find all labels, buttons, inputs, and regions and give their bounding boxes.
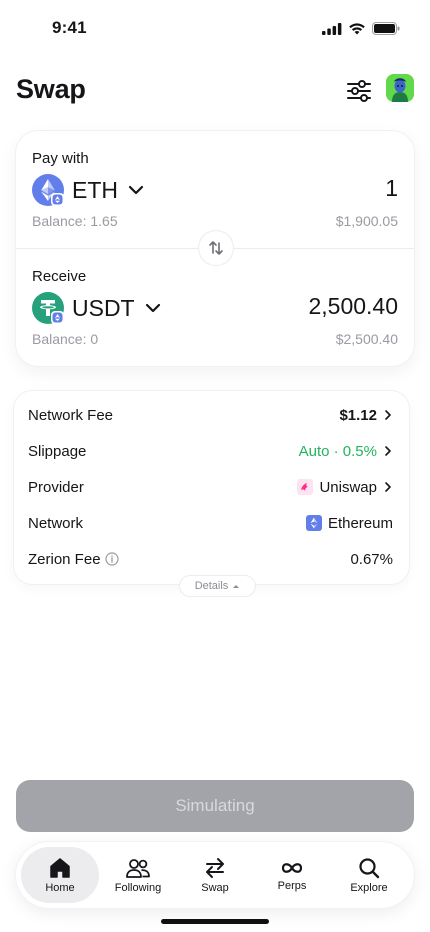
eth-token-icon	[32, 174, 64, 206]
status-bar: 9:41	[0, 0, 430, 60]
usdt-token-icon	[32, 292, 64, 324]
details-toggle-label: Details	[194, 580, 229, 592]
receive-token-symbol: USDT	[72, 294, 135, 321]
status-time: 9:41	[52, 18, 87, 37]
tab-swap[interactable]: Swap	[176, 847, 254, 903]
slippage-label: Slippage	[28, 442, 87, 460]
swap-icon	[206, 857, 224, 878]
chevron-right-icon	[385, 410, 391, 420]
network-row: Network Ethereum	[28, 511, 393, 535]
network-fee-value: $1.12	[339, 406, 377, 424]
home-indicator	[161, 919, 269, 924]
chevron-right-icon	[385, 446, 391, 456]
tab-home[interactable]: Home	[21, 847, 99, 903]
chevron-right-icon	[385, 482, 391, 492]
network-value: Ethereum	[327, 514, 393, 532]
caret-up-icon	[233, 585, 240, 588]
network-fee-value-group: $1.12	[339, 407, 393, 424]
receive-balance: Balance: 0	[32, 331, 99, 347]
tab-following[interactable]: Following	[99, 847, 177, 903]
chevron-down-icon	[128, 185, 144, 195]
tab-explore[interactable]: Explore	[330, 847, 408, 903]
battery-icon	[372, 22, 400, 35]
sliders-icon	[347, 80, 371, 102]
network-label: Network	[28, 514, 84, 532]
info-icon[interactable]	[104, 552, 119, 566]
page-title: Swap	[16, 74, 86, 104]
slippage-value-group: Auto · 0.5%	[299, 443, 393, 460]
zerion-fee-label-group: Zerion Fee	[28, 551, 119, 568]
receive-token-selector[interactable]: USDT	[32, 291, 163, 325]
provider-label: Provider	[28, 478, 84, 496]
pay-amount-input[interactable]: 1	[385, 175, 398, 202]
avatar-image	[386, 74, 414, 102]
receive-fiat-value: $2,500.40	[335, 331, 398, 347]
details-card: Network Fee $1.12 Slippage Auto · 0.5% P…	[14, 391, 409, 584]
provider-value: Uniswap	[319, 478, 377, 496]
ethereum-network-icon	[305, 515, 322, 531]
details-toggle-button[interactable]: Details	[180, 576, 255, 596]
zerion-fee-value: 0.67%	[350, 550, 393, 568]
slippage-row[interactable]: Slippage Auto · 0.5%	[28, 439, 393, 463]
tab-following-label: Following	[114, 881, 162, 894]
network-fee-row[interactable]: Network Fee $1.12	[28, 403, 393, 427]
tab-swap-label: Swap	[201, 881, 229, 894]
tab-bar: Home Following Swap Perps Explore	[16, 842, 414, 908]
infinity-icon	[281, 862, 303, 873]
zerion-fee-row: Zerion Fee 0.67%	[28, 547, 393, 571]
receive-label: Receive	[32, 268, 87, 285]
pay-label: Pay with	[32, 150, 89, 167]
following-icon	[126, 858, 150, 878]
receive-section: Receive USDT 2,500.40 Balance: 0 $2,500.…	[16, 249, 414, 366]
status-icons	[322, 22, 400, 35]
pay-fiat-value: $1,900.05	[335, 213, 398, 229]
provider-value-group: Uniswap	[297, 479, 393, 496]
uniswap-icon	[297, 479, 314, 495]
home-icon	[50, 857, 70, 878]
tab-home-label: Home	[45, 881, 75, 894]
avatar[interactable]	[386, 74, 414, 102]
chevron-down-icon	[145, 303, 160, 313]
settings-button[interactable]	[344, 76, 374, 106]
simulating-button[interactable]: Simulating	[16, 780, 414, 832]
receive-amount: 2,500.40	[308, 293, 398, 319]
pay-token-selector[interactable]: ETH	[32, 173, 146, 207]
zerion-fee-label: Zerion Fee	[28, 550, 101, 568]
provider-row[interactable]: Provider Uniswap	[28, 475, 393, 499]
network-value-group: Ethereum	[305, 514, 393, 532]
network-fee-label: Network Fee	[28, 406, 114, 424]
pay-balance: Balance: 1.65	[32, 213, 118, 229]
header: Swap	[16, 72, 414, 112]
pay-token-symbol: ETH	[72, 176, 118, 203]
search-icon	[359, 857, 380, 878]
tab-explore-label: Explore	[350, 881, 388, 894]
tab-perps[interactable]: Perps	[253, 847, 331, 903]
slippage-value: Auto · 0.5%	[298, 442, 377, 460]
wifi-icon	[349, 23, 365, 35]
cellular-signal-icon	[322, 22, 342, 35]
tab-perps-label: Perps	[277, 879, 307, 892]
swap-card: Pay with ETH 1 Balance: 1.65 $1,900.05 R…	[16, 131, 414, 366]
